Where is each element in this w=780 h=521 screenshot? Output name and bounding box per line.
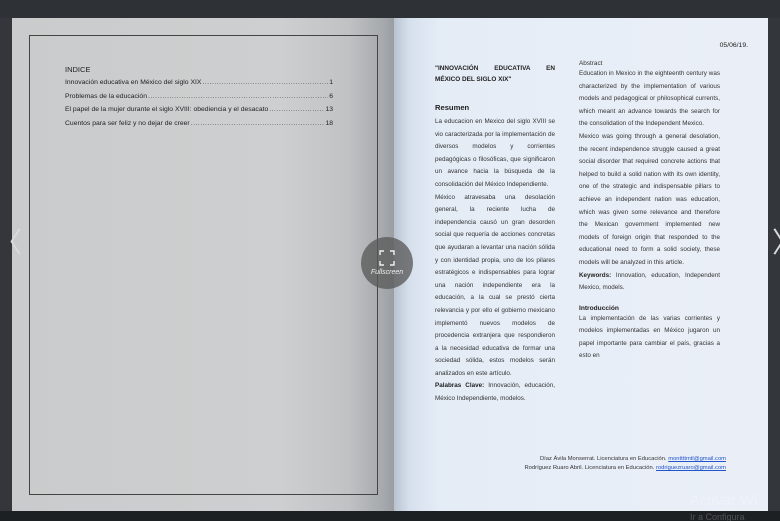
resumen-paragraph-2: México atravesaba una desolación general…	[435, 193, 555, 377]
keywords-label: Keywords:	[579, 271, 612, 279]
article-title-line1: "INNOVACIÓN EDUCATIVA EN	[435, 65, 555, 72]
viewer-top-bar	[0, 0, 780, 18]
index-entry-page: 13	[325, 106, 333, 113]
index-dot-leader	[191, 120, 325, 127]
index-dot-leader	[148, 93, 328, 100]
article-title-line2: MÉXICO DEL SIGLO XIX"	[435, 76, 512, 83]
author-credits: Díaz Ávila Monserrat. Licenciatura en Ed…	[464, 455, 727, 473]
viewer-bottom-bar	[0, 511, 780, 521]
introduccion-heading: Introducción	[579, 304, 619, 312]
index-dot-leader	[269, 106, 324, 113]
right-page[interactable]: 05/06/19. "INNOVACIÓN EDUCATIVA EN MÉXIC…	[394, 18, 768, 512]
index-entry[interactable]: El papel de la mujer durante el siglo XV…	[65, 106, 333, 120]
author-credit-2: Rodríguez Ruaro Abril. Licenciatura en E…	[464, 464, 727, 473]
spanish-column: "INNOVACIÓN EDUCATIVA EN MÉXICO DEL SIGL…	[435, 63, 555, 406]
index-entry-title: Problemas de la educación	[65, 92, 147, 100]
article-date: 05/06/19.	[719, 42, 748, 49]
windows-activation-watermark: Activar Wi	[690, 492, 758, 509]
english-column: Abstract Education in Mexico in the eigh…	[579, 60, 720, 363]
abstract-paragraph-2: Mexico was going through a general desol…	[579, 132, 720, 266]
index-entry-title: El papel de la mujer durante el siglo XV…	[65, 106, 269, 113]
viewer-frame: INDICE Innovación educativa en México de…	[0, 0, 780, 521]
resumen-heading: Resumen	[435, 103, 470, 112]
abstract-label: Abstract	[579, 60, 603, 67]
index-entry[interactable]: Cuentos para ser feliz y no dejar de cre…	[65, 120, 333, 134]
palabras-clave: Palabras Clave: Innovación, educación, M…	[435, 380, 555, 405]
author-1-email-link[interactable]: monttttmtl@gmail.com	[668, 456, 726, 462]
palabras-clave-label: Palabras Clave:	[435, 382, 485, 390]
index-dot-leader	[202, 79, 328, 86]
index-entry-page: 6	[329, 92, 333, 100]
index-entry[interactable]: Innovación educativa en México del siglo…	[65, 79, 333, 93]
author-2-email-link[interactable]: rodriguezruaro@gmail.com	[656, 465, 726, 471]
next-page-arrow-icon[interactable]: 〉	[772, 229, 780, 257]
fullscreen-button[interactable]: Fullscreen	[361, 237, 413, 289]
index-entry-page: 1	[329, 79, 333, 86]
author-2-text: Rodríguez Ruaro Abril. Licenciatura en E…	[524, 465, 655, 471]
introduccion-paragraph: La implementación de las varias corrient…	[579, 314, 720, 360]
index-entry-page: 18	[325, 119, 333, 127]
keywords: Keywords: Innovation, education, Indepen…	[579, 270, 720, 295]
windows-activation-watermark-sub: Ir a Configura	[690, 512, 745, 521]
index-entry-title: Innovación educativa en México del siglo…	[65, 79, 202, 86]
index-title: INDICE	[65, 65, 91, 74]
left-page[interactable]: INDICE Innovación educativa en México de…	[12, 18, 394, 512]
index-entry[interactable]: Problemas de la educación 6	[65, 93, 333, 107]
resumen-paragraph-1: La educacion en Mexico del siglo XVIII s…	[435, 118, 555, 188]
previous-page-arrow-icon[interactable]: 〈	[0, 229, 22, 257]
author-1-text: Díaz Ávila Monserrat. Licenciatura en Ed…	[539, 456, 667, 462]
fullscreen-label: Fullscreen	[370, 269, 404, 276]
fullscreen-icon	[379, 250, 395, 266]
index-entry-title: Cuentos para ser feliz y no dejar de cre…	[65, 119, 190, 127]
index-list: Innovación educativa en México del siglo…	[65, 79, 333, 133]
author-credit-1: Díaz Ávila Monserrat. Licenciatura en Ed…	[464, 455, 726, 464]
abstract-paragraph-1: Education in Mexico in the eighteenth ce…	[579, 70, 720, 128]
